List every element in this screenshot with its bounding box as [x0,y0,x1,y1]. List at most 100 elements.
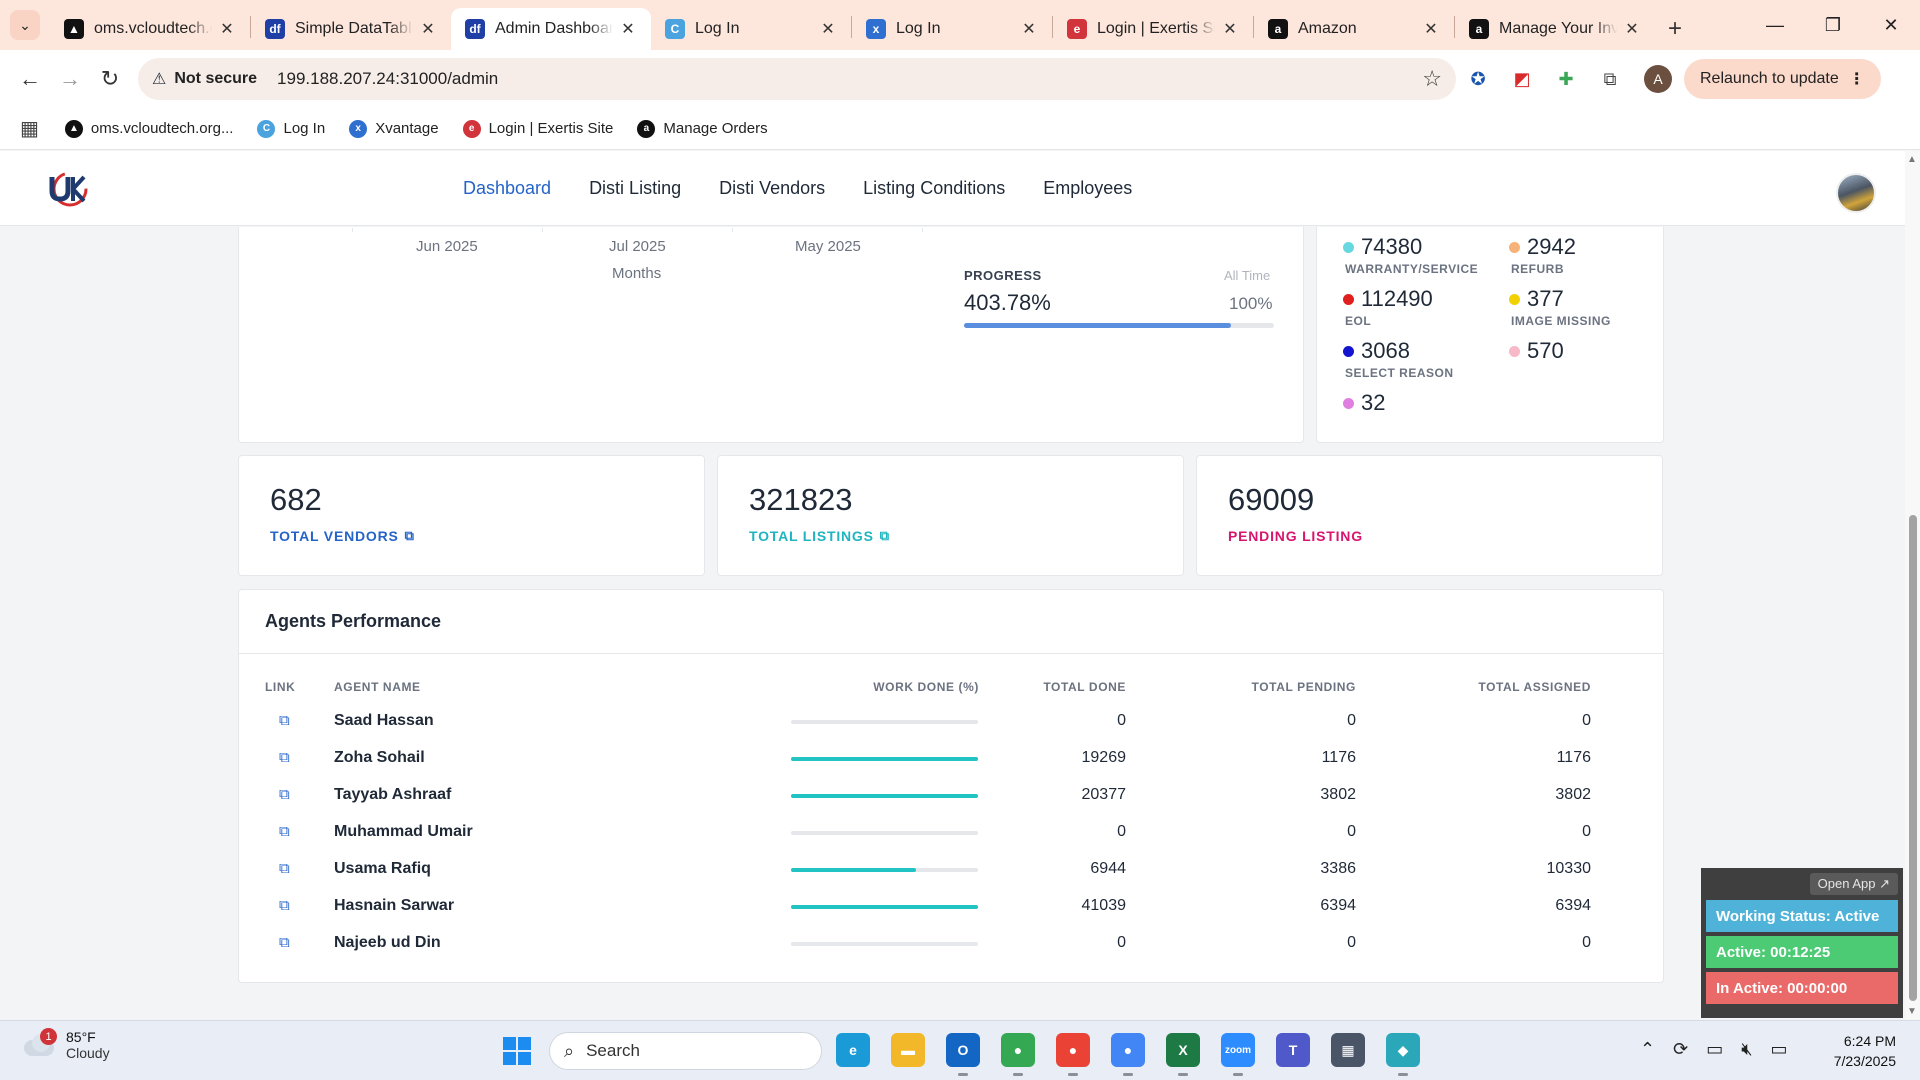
profile-avatar[interactable]: A [1644,65,1672,93]
extension-pdf-icon[interactable]: ◩ [1500,59,1544,99]
restore-icon[interactable]: ❐ [1804,0,1862,50]
kpi-label[interactable]: TOTAL LISTINGS ⧉ [749,528,890,544]
nav-listing-conditions[interactable]: Listing Conditions [863,178,1005,199]
tab-search-button[interactable]: ⌄ [0,0,50,50]
tab-close-icon[interactable]: ✕ [419,19,437,39]
table-row: ⧉ Zoha Sohail 19269 1176 1176 [239,740,1665,777]
app-diamond-icon[interactable]: ◆ [1386,1033,1420,1067]
extension-globe-icon[interactable]: ✪ [1456,59,1500,99]
bookmark-star-icon[interactable]: ☆ [1422,66,1442,92]
new-tab-button[interactable]: + [1655,8,1695,50]
work-done-bar-fill [791,868,917,872]
relaunch-label: Relaunch to update [1700,70,1839,87]
battery-icon[interactable]: ▭ [1771,1039,1788,1060]
weather-widget[interactable]: 1 85°F Cloudy [20,1028,110,1061]
back-button[interactable]: ← [10,59,50,99]
extensions-puzzle-icon[interactable]: ⧉ [1588,59,1632,99]
close-window-icon[interactable]: ✕ [1862,0,1920,50]
chrome-profile-icon[interactable]: ● [1056,1033,1090,1067]
external-link-icon[interactable]: ⧉ [279,897,290,914]
work-done-bar [791,831,978,835]
bookmark-item[interactable]: e Login | Exertis Site [462,119,613,138]
running-indicator [1013,1073,1023,1076]
zoom-icon[interactable]: zoom [1221,1033,1255,1067]
windows-start-icon[interactable] [503,1037,531,1065]
browser-tab[interactable]: C Log In ✕ [651,8,851,50]
scrollbar-thumb[interactable] [1909,515,1917,1001]
chrome-icon[interactable]: ● [1001,1033,1035,1067]
security-label[interactable]: Not secure [174,70,257,88]
browser-tab[interactable]: e Login | Exertis Site ✕ [1053,8,1253,50]
tab-close-icon[interactable]: ✕ [1221,19,1239,39]
bookmark-item[interactable]: x Xvantage [349,119,439,138]
status-label: WARRANTY/SERVICE [1345,262,1479,276]
edge-icon[interactable]: e [836,1033,870,1067]
total-assigned: 6394 [1555,897,1591,914]
bookmark-item[interactable]: a Manage Orders [637,119,768,138]
bookmark-item[interactable]: ▲ oms.vcloudtech.org... [64,119,233,138]
tab-close-icon[interactable]: ✕ [1623,19,1641,39]
url-text[interactable]: 199.188.207.24:31000/admin [277,69,1422,89]
nav-employees[interactable]: Employees [1043,178,1132,199]
scroll-up-icon[interactable]: ▲ [1907,154,1917,165]
forward-button[interactable]: → [50,59,90,99]
excel-icon[interactable]: X [1166,1033,1200,1067]
tab-close-icon[interactable]: ✕ [1020,19,1038,39]
page-scrollbar[interactable]: ▲ ▼ [1905,151,1920,1020]
tab-close-icon[interactable]: ✕ [619,19,637,39]
tab-title: Admin Dashboard [495,20,613,37]
scroll-down-icon[interactable]: ▼ [1907,1006,1917,1017]
external-link-icon[interactable]: ⧉ [279,823,290,840]
browser-tab[interactable]: a Manage Your Inventory ✕ [1455,8,1655,50]
open-app-button[interactable]: Open App ↗ [1809,873,1898,895]
work-status-widget: Open App ↗ Working Status: Active Active… [1701,868,1903,1018]
relaunch-button[interactable]: Relaunch to update ⋮ [1684,59,1881,99]
external-link-icon[interactable]: ⧉ [405,528,415,544]
tab-close-icon[interactable]: ✕ [218,19,236,39]
calculator-icon[interactable]: ▦ [1331,1033,1365,1067]
nav-disti-listing[interactable]: Disti Listing [589,178,681,199]
browser-tab[interactable]: ▲ oms.vcloudtech.org ✕ [50,8,250,50]
status-count: 2942 REFURB [1509,234,1576,276]
kpi-label-text: TOTAL VENDORS [270,528,399,544]
browser-tab[interactable]: a Amazon ✕ [1254,8,1454,50]
work-done-bar [791,868,978,872]
chrome-active-icon[interactable]: ● [1111,1033,1145,1067]
volume-muted-icon[interactable]: 🔇︎ [1741,1039,1752,1060]
nav-dashboard[interactable]: Dashboard [463,178,551,199]
taskbar-search[interactable]: ⌕ Search [549,1032,822,1070]
file-explorer-icon[interactable]: ▬ [891,1033,925,1067]
apps-grid-icon[interactable]: ▦ [20,116,39,141]
external-link-icon[interactable]: ⧉ [279,860,290,877]
external-link-icon[interactable]: ⧉ [279,749,290,766]
chevron-up-icon[interactable]: ⌃ [1640,1039,1655,1060]
external-link-icon[interactable]: ⧉ [279,934,290,951]
sync-icon[interactable]: ⟳ [1673,1039,1688,1060]
user-avatar[interactable] [1836,173,1876,213]
kpi-label[interactable]: TOTAL VENDORS ⧉ [270,528,415,544]
taskbar-clock[interactable]: 6:24 PM 7/23/2025 [1820,1031,1896,1071]
tab-title: Amazon [1298,20,1357,37]
browser-tab[interactable]: df Admin Dashboard ✕ [451,8,651,50]
browser-tab[interactable]: df Simple DataTables ✕ [251,8,451,50]
network-icon[interactable]: ▭ [1706,1039,1723,1060]
tab-close-icon[interactable]: ✕ [1422,19,1440,39]
running-indicator [1068,1073,1078,1076]
reload-button[interactable]: ↻ [90,59,130,99]
external-link-icon[interactable]: ⧉ [880,528,890,544]
address-bar[interactable]: ⚠ Not secure 199.188.207.24:31000/admin … [138,58,1456,100]
teams-icon[interactable]: T [1276,1033,1310,1067]
bookmark-item[interactable]: C Log In [257,119,325,138]
browser-tab[interactable]: x Log In ✕ [852,8,1052,50]
uk-logo[interactable] [46,171,92,207]
extension-plus-icon[interactable]: ✚ [1544,59,1588,99]
nav-disti-vendors[interactable]: Disti Vendors [719,178,825,199]
outlook-icon[interactable]: O [946,1033,980,1067]
tab-close-icon[interactable]: ✕ [819,19,837,39]
status-label: SELECT REASON [1345,366,1454,380]
minimize-icon[interactable]: — [1746,0,1804,50]
bookmark-favicon-icon: C [257,119,276,138]
inactive-timer: In Active: 00:00:00 [1706,972,1898,1004]
external-link-icon[interactable]: ⧉ [279,786,290,803]
external-link-icon[interactable]: ⧉ [279,712,290,729]
